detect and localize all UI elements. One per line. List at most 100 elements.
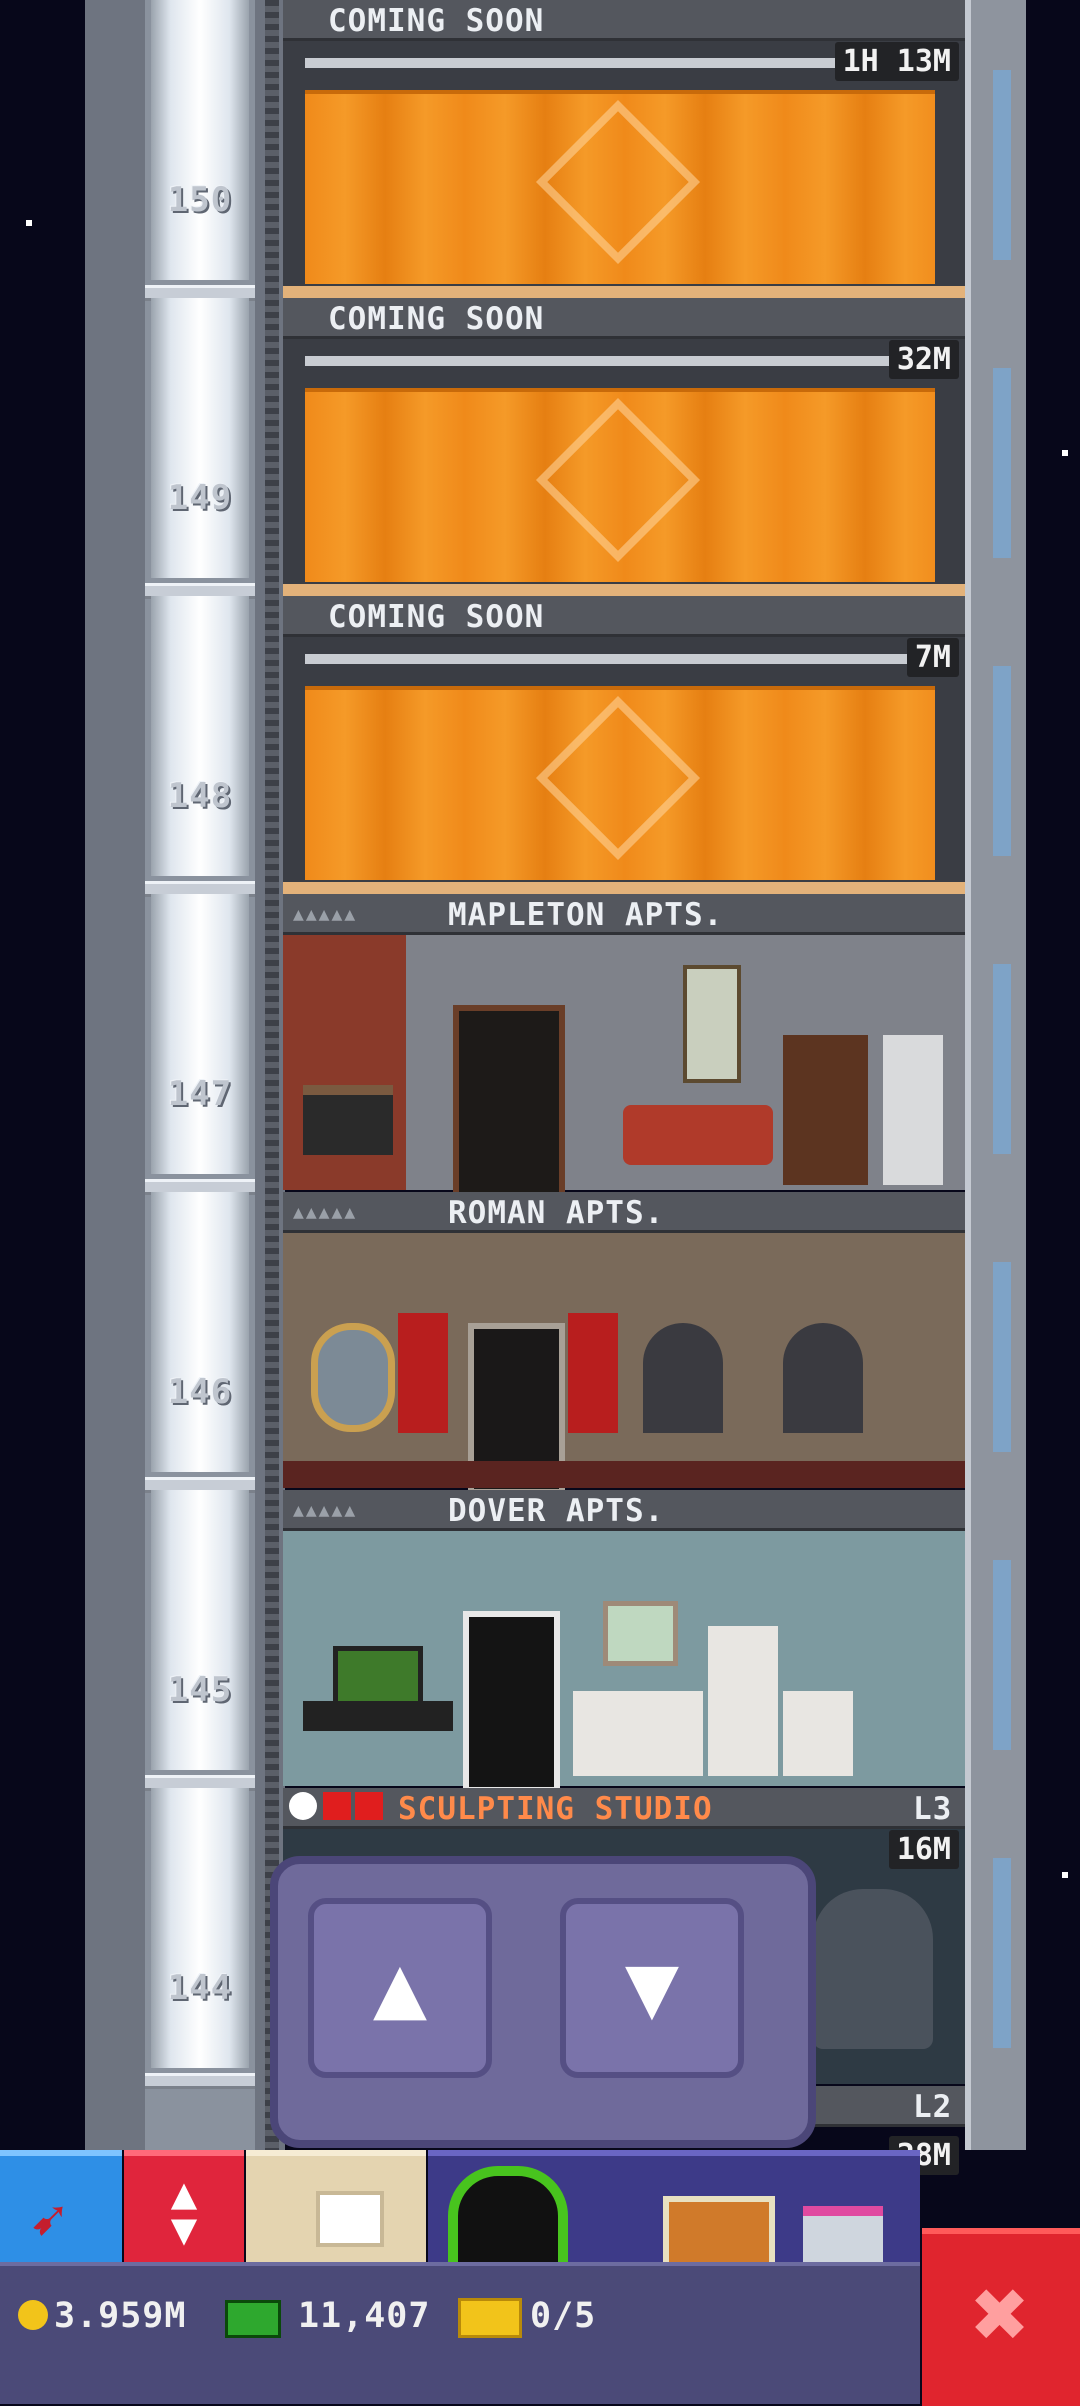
banner-icon (568, 1313, 618, 1433)
tool-inventory-button[interactable] (246, 2150, 426, 2276)
floor-header: ▲▲▲▲▲ MAPLETON APTS. (283, 894, 965, 935)
arrow-down-icon: ▼ (624, 1934, 680, 2039)
fireplace-icon (303, 1085, 393, 1155)
elevator-control-panel: ▲ ▼ (270, 1856, 816, 2148)
bux-value: 11,407 (298, 2296, 431, 2336)
elevator-rail (265, 0, 279, 2150)
floor-number: 144 (167, 1968, 233, 2008)
star (1062, 450, 1068, 456)
painting-icon (603, 1601, 678, 1666)
close-icon: ✖ (972, 2258, 1030, 2370)
floor-number: 149 (167, 478, 233, 518)
clock-icon (289, 1792, 317, 1820)
floor-148[interactable]: COMING SOON 7M (283, 596, 965, 894)
tv-stand (303, 1701, 453, 1731)
floor-150[interactable]: COMING SOON 1H 13M (283, 0, 965, 298)
floor-title: COMING SOON (328, 599, 545, 635)
build-timer: 7M (906, 638, 959, 677)
sculpture-icon (813, 1889, 933, 2049)
bux-icon (225, 2300, 281, 2338)
box-icon (316, 2191, 384, 2247)
floor-header: SCULPTING STUDIO L3 (283, 1788, 965, 1829)
floor-title: DOVER APTS. (448, 1493, 665, 1529)
floor-number: 145 (167, 1670, 233, 1710)
rocket-icon: ➹ (30, 2186, 67, 2256)
floor-header: ▲▲▲▲▲ DOVER APTS. (283, 1490, 965, 1531)
cabinet-icon (573, 1691, 703, 1776)
build-timer: 1H 13M (834, 42, 959, 81)
elevator-down-button[interactable]: ▼ (560, 1898, 744, 2078)
elevator-floor-146: 146 (145, 1192, 255, 1493)
floor-title: MAPLETON APTS. (448, 897, 724, 933)
window-icon (783, 1323, 863, 1433)
elevator-floor-144: 144 (145, 1788, 255, 2089)
resource-bar: 3.959M 11,407 0/5 (0, 2262, 920, 2404)
bookshelf-icon (783, 1035, 868, 1185)
floor-title: COMING SOON (328, 3, 545, 39)
floor-title: ROMAN APTS. (448, 1195, 665, 1231)
floor-number: 150 (167, 180, 233, 220)
construction-curtain (305, 388, 935, 582)
floor-149[interactable]: COMING SOON 32M (283, 298, 965, 596)
coins-value: 3.959M (54, 2296, 187, 2336)
fridge-icon (883, 1035, 943, 1185)
floor-title: COMING SOON (328, 301, 545, 337)
sofa-icon (623, 1105, 773, 1165)
elevator-floor-150: 150 (145, 0, 255, 301)
star (1062, 1872, 1068, 1878)
build-timer: 16M (888, 1830, 959, 1869)
floor-title: SCULPTING STUDIO (398, 1791, 713, 1827)
tv-icon (333, 1646, 423, 1706)
construction-sign-icon (535, 99, 701, 265)
floor-145[interactable]: ▲▲▲▲▲ DOVER APTS. (283, 1490, 965, 1793)
tower-right-wall (965, 0, 1026, 2150)
carpet (283, 1461, 965, 1488)
door-icon (453, 1005, 565, 1202)
floor-147[interactable]: ▲▲▲▲▲ MAPLETON APTS. (283, 894, 965, 1202)
stock-empty-icon (355, 1792, 383, 1820)
arrow-up-icon: ▲ (372, 1934, 428, 2039)
floor-number: 147 (167, 1074, 233, 1114)
elevator-floor-147: 147 (145, 894, 255, 1195)
star (26, 220, 32, 226)
painting-icon (683, 965, 741, 1083)
construction-sign-icon (535, 695, 701, 861)
floor-level: L3 (913, 1791, 953, 1827)
floor-number: 148 (167, 776, 233, 816)
rating-stars: ▲▲▲▲▲ (293, 1500, 358, 1521)
build-timer: 32M (888, 340, 959, 379)
up-down-icon: ▲ ▼ (170, 2168, 198, 2255)
window-icon (643, 1323, 723, 1433)
apartment-room (283, 935, 965, 1202)
elevator-floor-149: 149 (145, 298, 255, 599)
banner-icon (398, 1313, 448, 1433)
rating-stars: ▲▲▲▲▲ (293, 1202, 358, 1223)
stove-icon (783, 1691, 853, 1776)
construction-curtain (305, 686, 935, 880)
apartment-room (283, 1531, 965, 1793)
door-icon (463, 1611, 560, 1793)
tool-lift-button[interactable]: ➹ (0, 2150, 122, 2276)
floor-header: COMING SOON (283, 0, 965, 41)
construction-sign-icon (535, 397, 701, 563)
elevator-up-button[interactable]: ▲ (308, 1898, 492, 2078)
apartment-room (283, 1233, 965, 1495)
elevator-floor-148: 148 (145, 596, 255, 897)
ticket-icon (458, 2298, 522, 2338)
coin-icon (18, 2300, 48, 2330)
close-button[interactable]: ✖ (922, 2228, 1080, 2406)
floor-146[interactable]: ▲▲▲▲▲ ROMAN APTS. (283, 1192, 965, 1495)
stock-empty-icon (323, 1792, 351, 1820)
tickets-value: 0/5 (530, 2296, 597, 2336)
floor-header: COMING SOON (283, 596, 965, 637)
tool-elevator-button[interactable]: ▲ ▼ (124, 2150, 244, 2276)
floor-number: 146 (167, 1372, 233, 1412)
fridge-icon (708, 1626, 778, 1776)
elevator-floor-145: 145 (145, 1490, 255, 1791)
floor-header: COMING SOON (283, 298, 965, 339)
rating-stars: ▲▲▲▲▲ (293, 904, 358, 925)
construction-curtain (305, 90, 935, 284)
floor-level: L2 (913, 2089, 953, 2125)
lobby-preview[interactable] (428, 2150, 920, 2296)
floor-header: ▲▲▲▲▲ ROMAN APTS. (283, 1192, 965, 1233)
